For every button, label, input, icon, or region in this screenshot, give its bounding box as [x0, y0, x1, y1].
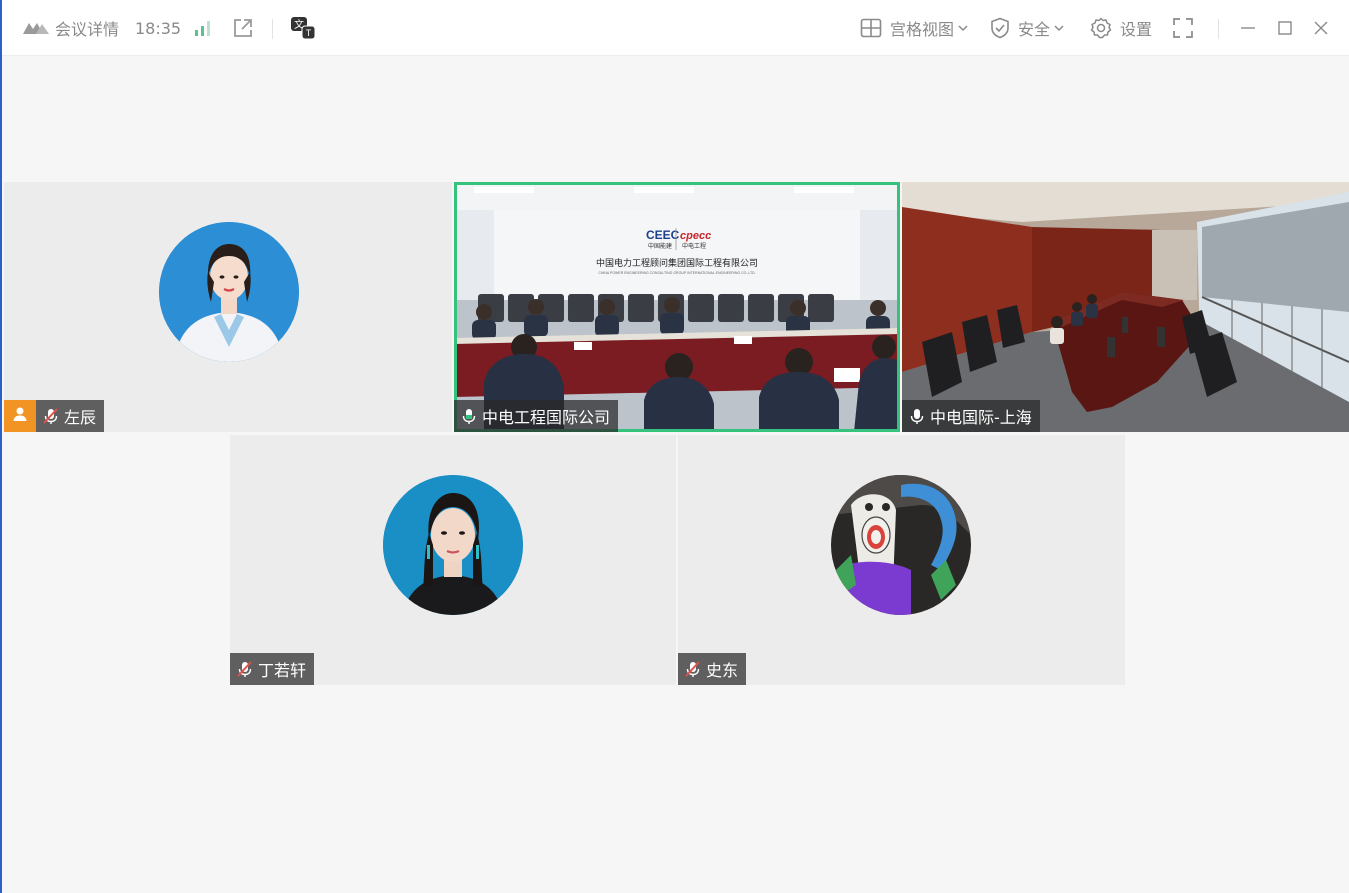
grid-view-button[interactable]: 宫格视图 — [860, 0, 968, 56]
security-label: 安全 — [1018, 20, 1051, 39]
room-banner-en: CHINA POWER ENGINEERING CONSULTING GROUP… — [598, 271, 755, 275]
participant-tile[interactable]: 中电国际-上海 — [902, 182, 1349, 432]
participant-tile[interactable]: 丁若轩 — [230, 435, 676, 685]
participant-name: 左辰 — [64, 408, 97, 427]
popout-icon[interactable] — [232, 0, 254, 56]
gear-icon — [1090, 17, 1112, 39]
name-tag: 丁若轩 — [230, 653, 315, 685]
user-icon — [12, 406, 28, 426]
title-bar: 会议详情 18:35 文T 宫格视图 安全 设置 — [2, 0, 1349, 56]
participant-name: 史东 — [706, 661, 739, 680]
grid-view-label: 宫格视图 — [890, 20, 955, 39]
settings-label: 设置 — [1120, 20, 1153, 39]
meeting-window: 会议详情 18:35 文T 宫格视图 安全 设置 左辰 CEEC 中国能建 cp… — [0, 0, 1349, 893]
minimize-icon[interactable] — [1240, 0, 1256, 56]
mic-muted-icon — [684, 660, 702, 678]
shield-icon — [990, 17, 1010, 39]
name-tag: 中电国际-上海 — [902, 400, 1040, 432]
mic-muted-icon — [42, 407, 60, 425]
avatar — [383, 475, 523, 615]
host-badge — [4, 400, 36, 432]
name-tag: 中电工程国际公司 — [454, 400, 619, 432]
app-logo-icon — [22, 20, 50, 36]
conference-room-video — [902, 182, 1349, 432]
meeting-details-button[interactable]: 会议详情 — [22, 0, 119, 56]
svg-text:T: T — [306, 28, 312, 38]
close-icon[interactable] — [1313, 0, 1329, 56]
room-logo-cpecc-sub: 中电工程 — [682, 242, 706, 250]
participant-tile-active-speaker[interactable]: CEEC 中国能建 cpecc 中电工程 中国电力工程顾问集团国际工程有限公司 … — [454, 182, 900, 432]
grid-icon — [860, 18, 882, 38]
room-logo-ceec: CEEC — [646, 228, 680, 242]
chevron-down-icon — [1054, 24, 1064, 32]
participant-tile[interactable]: 左辰 — [4, 182, 452, 432]
mic-icon — [460, 407, 478, 425]
mic-icon — [908, 407, 926, 425]
room-banner: 中国电力工程顾问集团国际工程有限公司 — [596, 257, 758, 268]
room-logo-ceec-sub: 中国能建 — [648, 242, 672, 250]
chevron-down-icon — [958, 24, 968, 32]
name-tag: 左辰 — [36, 400, 105, 432]
participant-name: 中电国际-上海 — [930, 408, 1032, 427]
participant-name: 中电工程国际公司 — [482, 408, 611, 427]
avatar — [159, 222, 299, 362]
maximize-icon[interactable] — [1277, 0, 1293, 56]
avatar — [831, 475, 971, 615]
translate-icon[interactable]: 文T — [289, 0, 317, 56]
meeting-time: 18:35 — [135, 18, 182, 38]
participant-tile[interactable]: 史东 — [678, 435, 1125, 685]
participant-name: 丁若轩 — [258, 661, 307, 680]
name-tag: 史东 — [678, 653, 747, 685]
security-button[interactable]: 安全 — [990, 0, 1064, 56]
network-signal-icon[interactable] — [194, 0, 212, 56]
settings-button[interactable]: 设置 — [1090, 0, 1152, 56]
conference-room-video: CEEC 中国能建 cpecc 中电工程 中国电力工程顾问集团国际工程有限公司 … — [454, 182, 900, 432]
mic-muted-icon — [236, 660, 254, 678]
meeting-details-label: 会议详情 — [55, 20, 120, 39]
fullscreen-icon[interactable] — [1172, 0, 1194, 56]
room-logo-cpecc: cpecc — [680, 230, 711, 242]
